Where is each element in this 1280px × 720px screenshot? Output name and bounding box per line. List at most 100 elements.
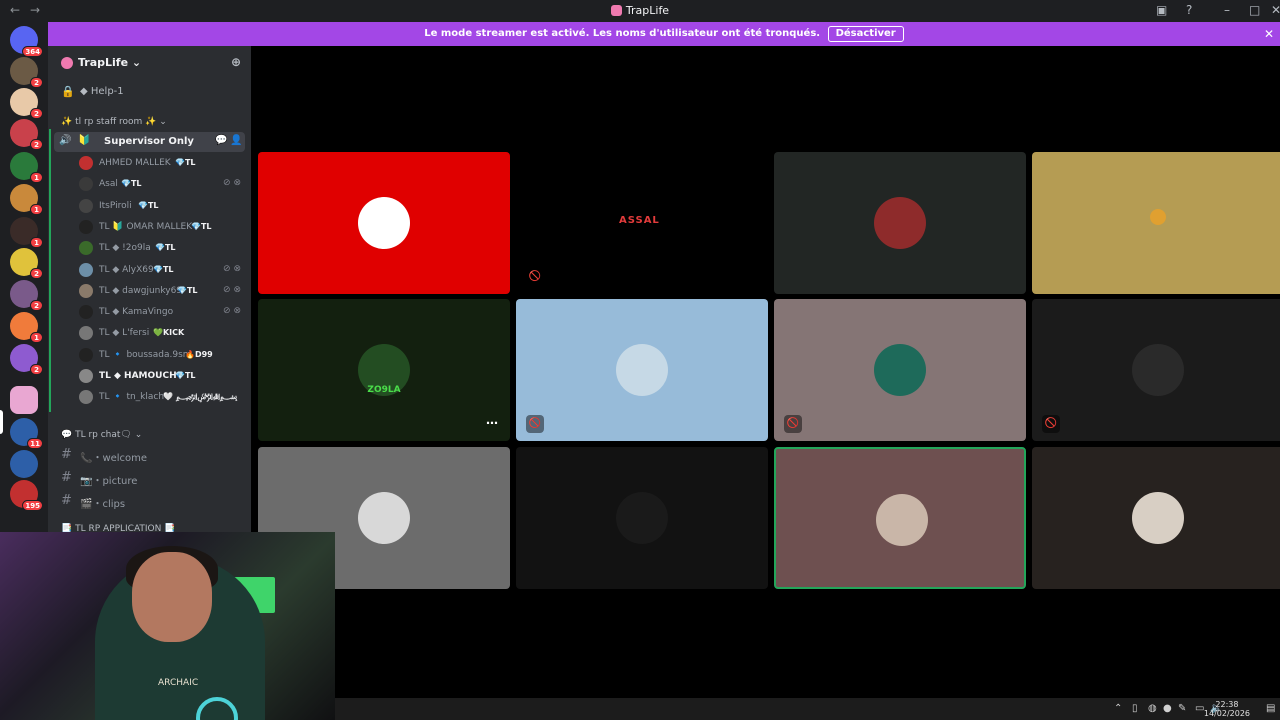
close-window-icon[interactable]: ✕: [1271, 3, 1280, 17]
member-tag: 🔥D99: [185, 349, 213, 359]
server-icon-6[interactable]: 1: [10, 217, 43, 248]
participant-tile[interactable]: 🚫: [1032, 299, 1280, 441]
participant-tile[interactable]: 🚫: [516, 299, 768, 441]
participant-tile[interactable]: [258, 152, 510, 294]
voice-member[interactable]: TL ◆ KamaVingo ⊘ ⊗: [48, 302, 251, 323]
system-clock[interactable]: 22:38 14/02/2026: [1204, 700, 1250, 718]
channel-label: ◆ Help-1: [80, 86, 124, 97]
member-name: TL 🔹 tn_klach: [99, 392, 165, 403]
server-header[interactable]: TrapLife ⌄ ⊕: [48, 46, 251, 80]
minimize-icon[interactable]: –: [1224, 3, 1230, 17]
voice-member[interactable]: Asal 💎TL ⊘ ⊗: [48, 174, 251, 195]
help-icon[interactable]: ?: [1186, 3, 1192, 17]
text-channel[interactable]: # 🎬・clips: [48, 491, 251, 511]
muted-deafened-icon: ⊘ ⊗: [223, 178, 241, 189]
tray-app-icon[interactable]: ◍: [1148, 703, 1157, 714]
inbox-icon[interactable]: ▣: [1156, 3, 1167, 17]
text-channel[interactable]: # 📷・picture: [48, 468, 251, 488]
window-title: TrapLife: [0, 4, 1280, 17]
member-name: TL ◆ !2o9la: [99, 243, 151, 254]
participant-avatar: [358, 492, 410, 544]
disable-streamer-button[interactable]: Désactiver: [827, 26, 904, 42]
channel-sidebar: TrapLife ⌄ ⊕ 🔒 ◆ Help-1 ✨ tl rp staff ro…: [48, 46, 251, 534]
voice-member[interactable]: TL 🔹 tn_klach 🤍 ﷽: [48, 387, 251, 408]
server-icon-4[interactable]: 1: [10, 152, 43, 183]
member-name: Asal: [99, 179, 118, 190]
member-name: AHMED MALLEK: [99, 158, 171, 168]
streamer-webcam-overlay: ARCHAIC: [0, 532, 335, 720]
avatar: [79, 390, 93, 405]
server-icon-11[interactable]: [10, 386, 38, 414]
chat-icon[interactable]: 💬: [215, 135, 227, 146]
voice-member[interactable]: TL 🔰 OMAR MALLEK 💎TL: [48, 217, 251, 238]
close-banner-icon[interactable]: ✕: [1264, 22, 1274, 46]
clock-time: 22:38: [1215, 700, 1239, 709]
voice-member[interactable]: ItsPiroli 💎TL: [48, 196, 251, 217]
invite-people-icon[interactable]: ⊕: [231, 55, 241, 69]
tray-mic-icon[interactable]: ●: [1163, 703, 1172, 714]
tray-pen-icon[interactable]: ✎: [1178, 703, 1186, 714]
category-staff-room[interactable]: ✨ tl rp staff room ✨ ⌄: [61, 117, 264, 127]
voice-member[interactable]: TL ◆ HAMOUCH 💎TL: [48, 366, 251, 387]
member-tag: 🤍 ﷽: [163, 392, 238, 402]
voice-member[interactable]: TL ◆ dawgjunky69 💎TL ⊘ ⊗: [48, 281, 251, 302]
server-icon-9[interactable]: 1: [10, 312, 43, 343]
muted-deafened-icon: ⊘ ⊗: [223, 306, 241, 317]
avatar: [79, 326, 93, 341]
participant-tile[interactable]: 🚫: [774, 299, 1026, 441]
server-icon-0[interactable]: 364: [10, 26, 43, 57]
server-icon-7[interactable]: 2: [10, 248, 43, 279]
notification-icon[interactable]: ▤: [1266, 703, 1275, 714]
server-icon-3[interactable]: 2: [10, 119, 43, 150]
voice-channel-label: Supervisor Only: [104, 136, 194, 147]
server-icon-13[interactable]: [10, 450, 38, 478]
voice-channel-supervisor[interactable]: 🔊 🔰 Supervisor Only 💬 👤: [54, 132, 245, 152]
server-icon-8[interactable]: 2: [10, 280, 43, 311]
hashtag-icon: #: [61, 493, 72, 508]
member-tag: 💚KICK: [153, 328, 185, 338]
member-name: TL ◆ KamaVingo: [99, 307, 174, 318]
channel-help[interactable]: 🔒 ◆ Help-1: [48, 82, 251, 102]
member-tag: 💎TL: [175, 158, 196, 167]
text-channel[interactable]: # 📞・welcome: [48, 445, 251, 465]
member-name: TL ◆ dawgjunky69: [99, 285, 183, 296]
badge-icon: 🔰: [78, 135, 91, 146]
voice-member[interactable]: AHMED MALLEK 💎TL: [48, 153, 251, 174]
participant-tile[interactable]: [774, 447, 1026, 589]
server-mention-badge: 195: [22, 500, 43, 511]
server-icon-12[interactable]: 11: [10, 418, 43, 449]
server-mention-badge: 1: [30, 332, 43, 343]
participant-avatar: [616, 344, 668, 396]
participant-tile[interactable]: [774, 152, 1026, 294]
participant-tile[interactable]: [1032, 152, 1280, 294]
voice-member[interactable]: TL ◆ AlyX69 💎TL ⊘ ⊗: [48, 260, 251, 281]
avatar: [79, 283, 93, 298]
participant-tile[interactable]: [1032, 447, 1280, 589]
streamer-mode-banner: Le mode streamer est activé. Les noms d'…: [48, 22, 1280, 46]
tray-usb-icon[interactable]: ▯: [1132, 703, 1138, 714]
server-icon-1[interactable]: 2: [10, 57, 43, 88]
voice-member[interactable]: TL ◆ !2o9la 💎TL: [48, 238, 251, 259]
maximize-icon[interactable]: □: [1249, 3, 1260, 17]
category-rp-chat[interactable]: 💬 TL rp chat🗨 ⌄: [61, 430, 264, 440]
voice-member[interactable]: TL ◆ L'fersi 💚KICK: [48, 323, 251, 344]
member-tag: 💎TL: [138, 200, 159, 210]
tray-chevron-icon[interactable]: ⌃: [1114, 703, 1122, 714]
hashtag-icon: #: [61, 447, 72, 462]
more-options-icon[interactable]: ⋯: [483, 415, 501, 433]
participant-tile[interactable]: ASSAL 🚫: [516, 152, 768, 294]
server-icon-14[interactable]: 195: [10, 480, 43, 511]
participant-avatar: [1132, 344, 1184, 396]
participant-tile[interactable]: ZO9LA ⋯: [258, 299, 510, 441]
server-mention-badge: 2: [30, 139, 43, 150]
server-icon-5[interactable]: 1: [10, 184, 43, 215]
participant-tile[interactable]: [516, 447, 768, 589]
server-icon-10[interactable]: 2: [10, 344, 43, 375]
muted-deafened-icon: ⊘ ⊗: [223, 263, 241, 274]
server-mention-badge: 1: [30, 237, 43, 248]
window-titlebar: ← → TrapLife ▣ ? – □ ✕: [0, 0, 1280, 22]
voice-member[interactable]: TL 🔹 boussada.9sm 🔥D99: [48, 345, 251, 366]
server-icon-2[interactable]: 2: [10, 88, 43, 119]
add-member-icon[interactable]: 👤: [230, 135, 242, 146]
voice-call-stage: ASSAL 🚫 ZO9LA ⋯ 🚫 🚫 🚫: [251, 46, 1280, 698]
